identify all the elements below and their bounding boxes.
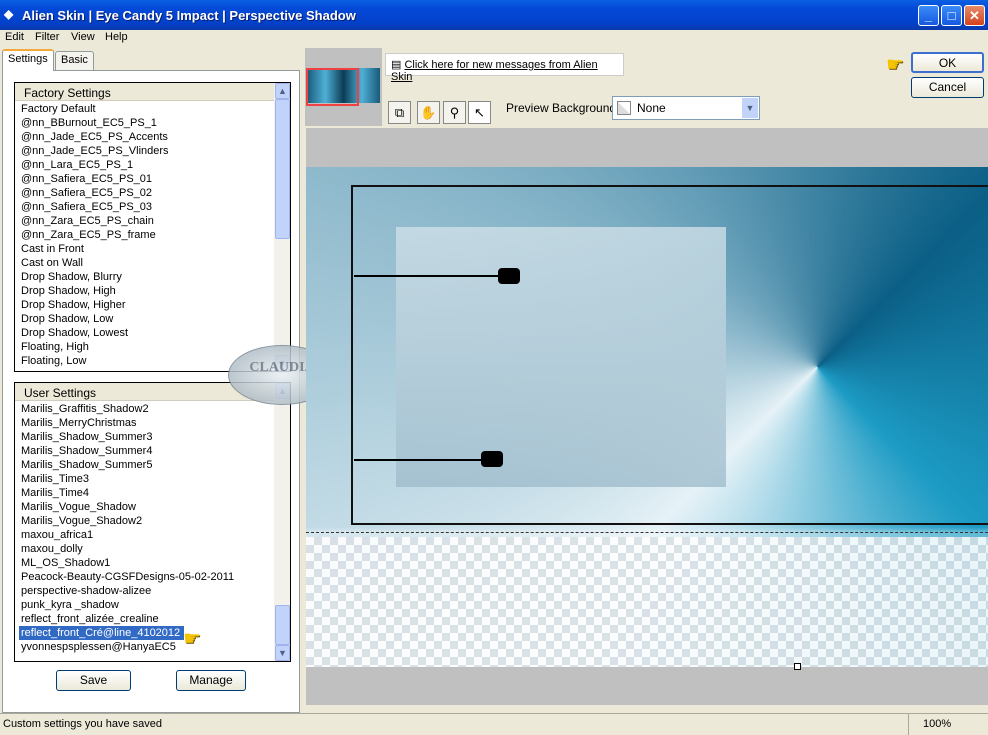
list-item[interactable]: Cast on Wall: [15, 256, 290, 270]
list-item[interactable]: @nn_Zara_EC5_PS_frame: [15, 228, 290, 242]
list-item[interactable]: @nn_Lara_EC5_PS_1: [15, 158, 290, 172]
shadow-handle[interactable]: [481, 451, 503, 467]
preview-image: [306, 167, 988, 667]
list-item[interactable]: maxou_dolly: [15, 542, 290, 556]
tab-basic[interactable]: Basic: [55, 51, 94, 70]
scroll-thumb[interactable]: [275, 605, 290, 645]
list-item[interactable]: Peacock-Beauty-CGSFDesigns-05-02-2011: [15, 570, 290, 584]
list-item[interactable]: @nn_Zara_EC5_PS_chain: [15, 214, 290, 228]
status-bar: Custom settings you have saved 100%: [0, 713, 988, 735]
factory-settings-header: Factory Settings: [15, 83, 290, 101]
list-item[interactable]: Drop Shadow, Higher: [15, 298, 290, 312]
list-item[interactable]: @nn_Safiera_EC5_PS_03: [15, 200, 290, 214]
list-item[interactable]: Drop Shadow, Lowest: [15, 326, 290, 340]
list-item[interactable]: Marilis_Time4: [15, 486, 290, 500]
list-item[interactable]: Marilis_Vogue_Shadow: [15, 500, 290, 514]
resize-handle[interactable]: [794, 663, 801, 670]
list-item[interactable]: maxou_africa1: [15, 528, 290, 542]
checker-icon: [617, 101, 631, 115]
list-item[interactable]: Drop Shadow, Low: [15, 312, 290, 326]
zoom-tool-icon[interactable]: ⚲: [443, 101, 466, 124]
list-item[interactable]: @nn_Safiera_EC5_PS_01: [15, 172, 290, 186]
menu-filter[interactable]: Filter: [35, 31, 59, 43]
list-item[interactable]: Marilis_Graffitis_Shadow2: [15, 402, 290, 416]
navigator-thumbnail[interactable]: [305, 48, 382, 126]
preview-background-select[interactable]: None ▼: [612, 96, 760, 120]
hand-tool-icon[interactable]: ✋: [417, 101, 440, 124]
tab-settings[interactable]: Settings: [2, 49, 54, 71]
list-item[interactable]: Factory Default: [15, 102, 290, 116]
preview-area[interactable]: [306, 128, 988, 705]
pointing-hand-icon: ☛: [886, 54, 904, 76]
list-item[interactable]: Marilis_Shadow_Summer5: [15, 458, 290, 472]
window-title: Alien Skin | Eye Candy 5 Impact | Perspe…: [22, 8, 356, 23]
preview-background-label: Preview Background:: [506, 101, 620, 115]
list-item[interactable]: Cast in Front: [15, 242, 290, 256]
pointer-tool-icon[interactable]: ↖: [468, 101, 491, 124]
close-button[interactable]: ✕: [964, 5, 985, 26]
ok-button[interactable]: OK: [911, 52, 984, 73]
compare-tool-icon[interactable]: ⧉: [388, 101, 411, 124]
menu-view[interactable]: View: [71, 31, 95, 43]
chevron-down-icon[interactable]: ▼: [742, 98, 758, 118]
user-scrollbar[interactable]: ▲ ▼: [274, 383, 290, 661]
list-item[interactable]: punk_kyra _shadow: [15, 598, 290, 612]
list-item[interactable]: @nn_Jade_EC5_PS_Accents: [15, 130, 290, 144]
shadow-handle[interactable]: [498, 268, 520, 284]
cancel-button[interactable]: Cancel: [911, 77, 984, 98]
list-item[interactable]: perspective-shadow-alizee: [15, 584, 290, 598]
status-text: Custom settings you have saved: [3, 718, 162, 730]
minimize-button[interactable]: _: [918, 5, 939, 26]
factory-scrollbar[interactable]: ▲ ▼: [274, 83, 290, 371]
list-item[interactable]: @nn_Safiera_EC5_PS_02: [15, 186, 290, 200]
list-item[interactable]: ML_OS_Shadow1: [15, 556, 290, 570]
pointing-hand-icon: ☛: [183, 628, 201, 650]
list-item[interactable]: reflect_front_Cré@line_4102012: [19, 626, 185, 640]
zoom-level: 100%: [908, 714, 957, 735]
list-item[interactable]: Marilis_Shadow_Summer3: [15, 430, 290, 444]
menu-help[interactable]: Help: [105, 31, 128, 43]
message-icon: ▤: [391, 59, 402, 71]
list-item[interactable]: Marilis_Time3: [15, 472, 290, 486]
messages-link[interactable]: ▤ Click here for new messages from Alien…: [385, 53, 624, 83]
list-item[interactable]: Drop Shadow, Blurry: [15, 270, 290, 284]
save-button[interactable]: Save: [56, 670, 131, 691]
list-item[interactable]: Marilis_Vogue_Shadow2: [15, 514, 290, 528]
maximize-button[interactable]: □: [941, 5, 962, 26]
menu-edit[interactable]: Edit: [5, 31, 24, 43]
list-item[interactable]: Marilis_MerryChristmas: [15, 416, 290, 430]
title-bar: ◆ Alien Skin | Eye Candy 5 Impact | Pers…: [0, 0, 988, 30]
list-item[interactable]: reflect_front_alizée_crealine: [15, 612, 290, 626]
user-settings-list[interactable]: User Settings Marilis_Graffitis_Shadow2 M…: [14, 382, 291, 662]
scroll-down-icon[interactable]: ▼: [275, 645, 290, 661]
list-item[interactable]: yvonnespsplessen@HanyaEC5: [15, 640, 290, 654]
scroll-up-icon[interactable]: ▲: [275, 83, 290, 99]
menu-bar: Edit Filter View Help: [0, 30, 988, 45]
list-item[interactable]: Drop Shadow, High: [15, 284, 290, 298]
manage-button[interactable]: Manage: [176, 670, 246, 691]
list-item[interactable]: @nn_BBurnout_EC5_PS_1: [15, 116, 290, 130]
app-icon: ◆: [4, 7, 14, 21]
factory-settings-list[interactable]: Factory Settings Factory Default @nn_BBur…: [14, 82, 291, 372]
scroll-thumb[interactable]: [275, 99, 290, 239]
list-item[interactable]: @nn_Jade_EC5_PS_Vlinders: [15, 144, 290, 158]
list-item[interactable]: Marilis_Shadow_Summer4: [15, 444, 290, 458]
navigator-viewport[interactable]: [306, 68, 359, 106]
